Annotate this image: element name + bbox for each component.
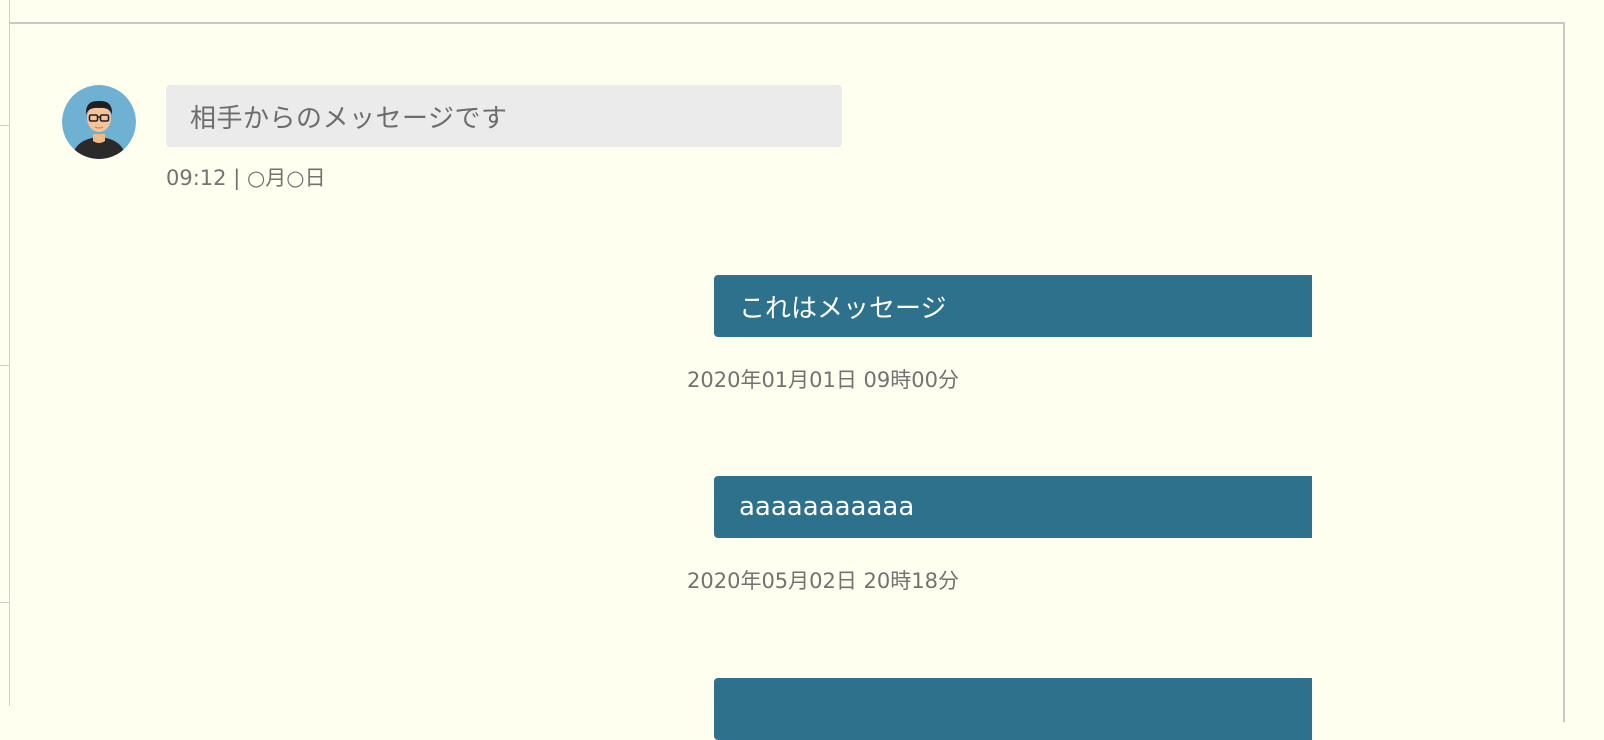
- rail-divider: [0, 602, 10, 603]
- rail-divider: [0, 125, 10, 126]
- chat-thread-panel[interactable]: 相手からのメッセージです 09:12 | ○月○日 これはメッセージ 2020年…: [10, 22, 1565, 740]
- incoming-message-bubble: 相手からのメッセージです: [166, 85, 842, 147]
- outgoing-message-bubble: [714, 678, 1312, 740]
- outgoing-message-text: これはメッセージ: [739, 293, 947, 324]
- outgoing-message-bubble: aaaaaaaaaaa: [714, 476, 1312, 538]
- outgoing-message-timestamp: 2020年01月01日 09時00分: [687, 368, 960, 392]
- left-side-rail: [0, 0, 10, 706]
- outgoing-message-timestamp: 2020年05月02日 20時18分: [687, 569, 960, 593]
- outgoing-message-text: aaaaaaaaaaa: [739, 492, 915, 522]
- rail-divider: [0, 365, 10, 366]
- incoming-message-text: 相手からのメッセージです: [190, 103, 508, 134]
- person-glasses-avatar-icon: [62, 85, 136, 159]
- outgoing-message-bubble: これはメッセージ: [714, 275, 1312, 337]
- incoming-message-meta: 09:12 | ○月○日: [166, 166, 326, 190]
